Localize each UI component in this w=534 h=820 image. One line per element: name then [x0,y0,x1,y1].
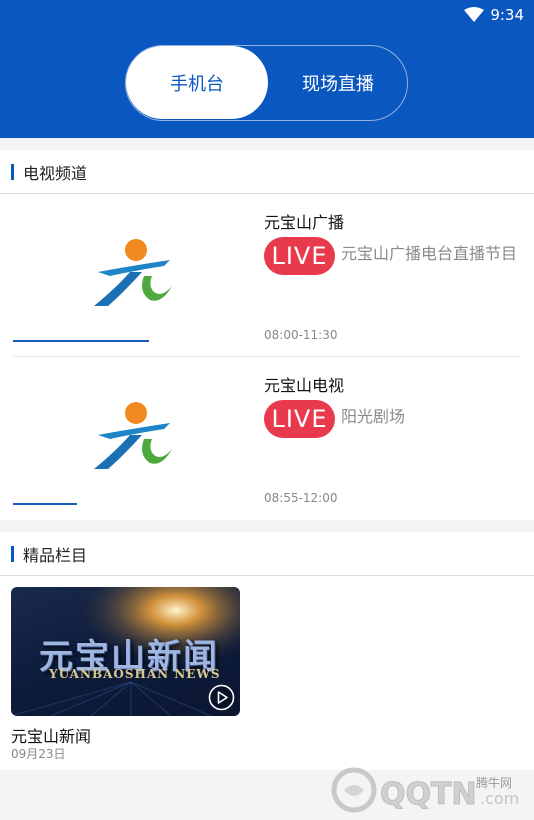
program-time: 08:00-11:30 [264,328,338,342]
live-badge: LIVE [264,237,335,275]
section-header-tv: 电视频道 [0,150,534,194]
section-title: 电视频道 [23,163,88,183]
section-accent-bar [11,163,14,180]
wifi-icon [464,7,485,22]
thumbnail-subtitle: YUANBAOSHAN NEWS [49,667,221,681]
status-time: 9:34 [490,6,524,24]
channel-item[interactable]: 元宝山广播 LIVE 元宝山广播电台直播节目 08:00-11:30 [0,194,534,358]
program-date: 09月23日 [11,747,66,761]
channel-logo-icon [94,402,172,469]
channel-name: 元宝山广播 [264,213,345,232]
svg-text:QQTN: QQTN [380,777,477,812]
header-bar: 9:34 手机台 现场直播 [0,0,534,138]
play-icon[interactable] [208,684,235,711]
section-header-featured: 精品栏目 [0,532,534,576]
playback-progress-bar [13,503,77,505]
tab-live-broadcast[interactable]: 现场直播 [268,46,408,119]
site-watermark: QQTN .com 腾牛网 [330,760,530,818]
section-title: 精品栏目 [23,545,88,565]
watermark-site-label: 腾牛网 [476,776,513,790]
channel-name: 元宝山电视 [264,376,345,395]
tab-mobile-station[interactable]: 手机台 [126,46,268,119]
current-program: 阳光剧场 [341,407,406,426]
program-time: 08:55-12:00 [264,491,338,505]
section-accent-bar [11,545,14,562]
channel-item[interactable]: 元宝山电视 LIVE 阳光剧场 08:55-12:00 [0,357,534,521]
current-program: 元宝山广播电台直播节目 [341,244,518,263]
program-name[interactable]: 元宝山新闻 [11,723,91,747]
svg-text:.com: .com [480,789,519,808]
status-bar: 9:34 [464,4,524,26]
live-badge: LIVE [264,400,335,438]
tab-switcher: 手机台 现场直播 [125,45,408,121]
playback-progress-bar [13,340,149,342]
program-thumbnail[interactable]: 元宝山新闻 YUANBAOSHAN NEWS [11,587,240,716]
tv-channels-panel: 电视频道 元宝山广播 LIVE 元宝山广播电台直播节目 08:00-11:30 … [0,150,534,520]
channel-logo-icon [94,239,172,306]
